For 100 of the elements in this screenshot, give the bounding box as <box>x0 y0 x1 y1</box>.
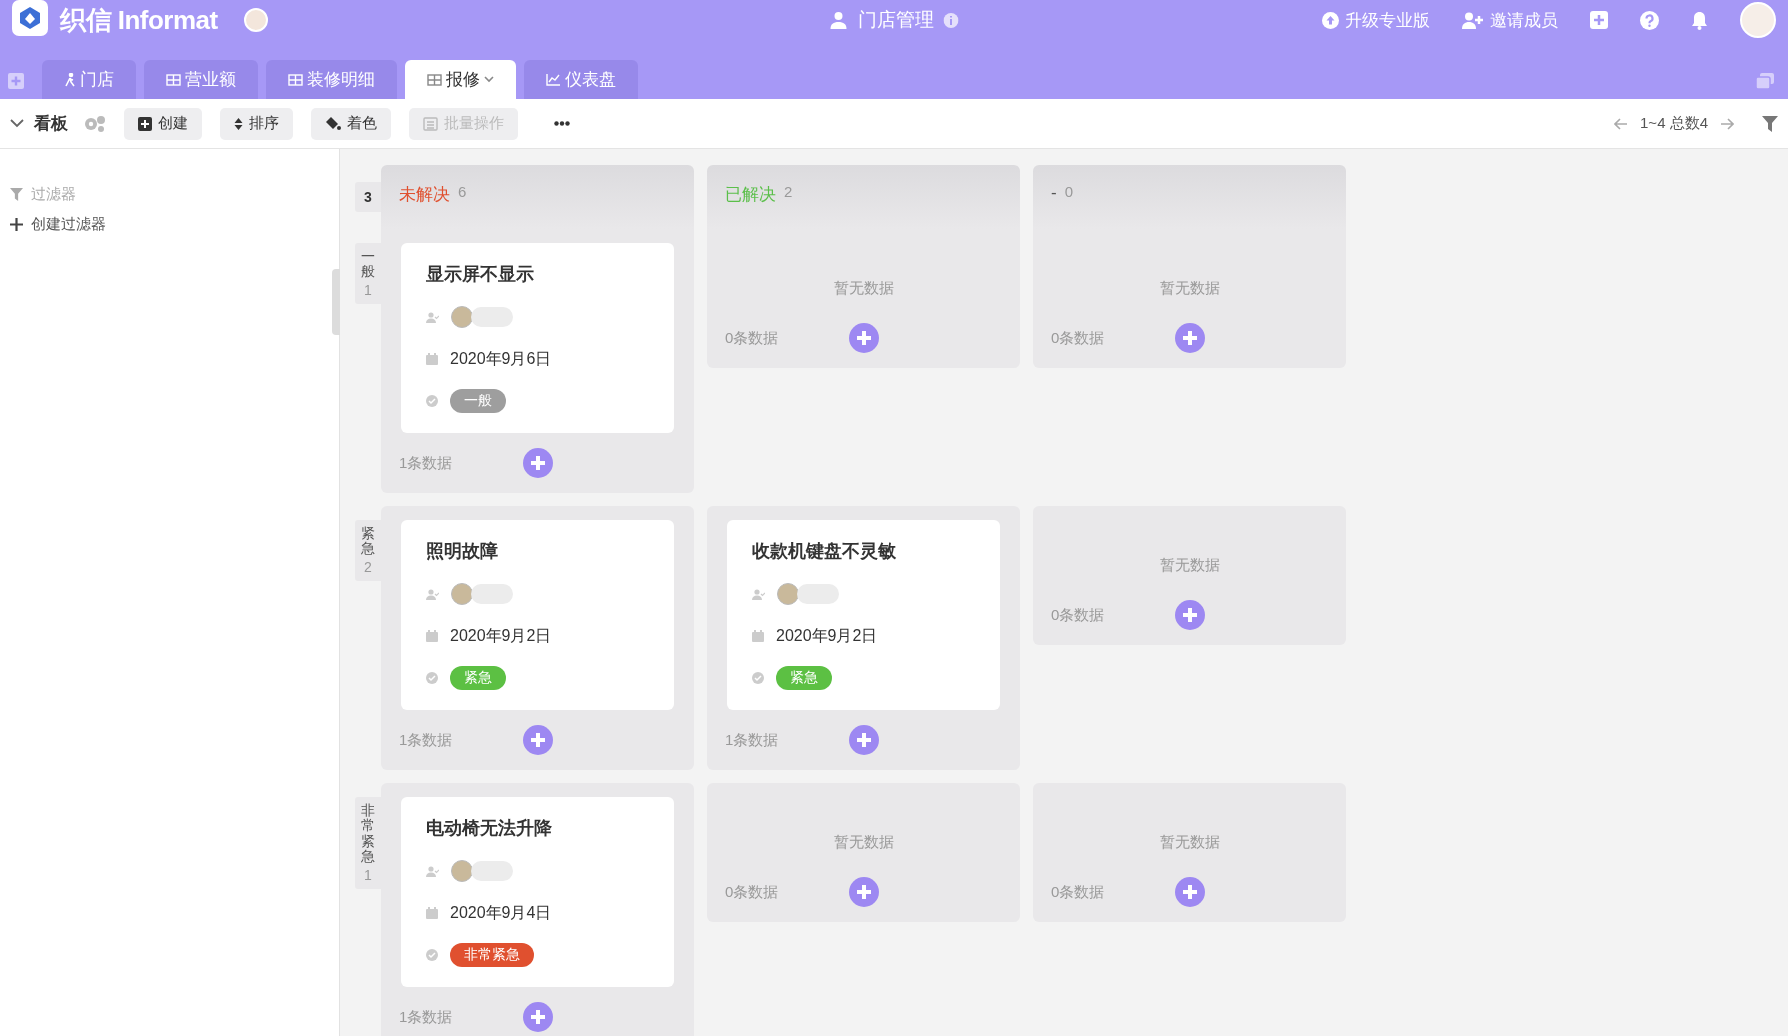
lane-count: 1 <box>364 281 372 298</box>
add-icon[interactable] <box>848 323 879 353</box>
avatar <box>451 306 473 328</box>
column-count: 2 <box>784 183 793 202</box>
lane-name: 紧急 <box>361 526 375 557</box>
priority-tag: 一般 <box>450 389 506 413</box>
empty-text: 暂无数据 <box>1158 278 1221 298</box>
filter-label: 过滤器 <box>31 184 76 204</box>
empty-text: 暂无数据 <box>832 278 895 298</box>
windows-icon[interactable] <box>1756 73 1774 89</box>
empty-text: 暂无数据 <box>1158 832 1221 852</box>
lane-count: 2 <box>364 558 372 575</box>
task-card[interactable]: 照明故障 2020年9月2日 紧急 <box>401 520 674 710</box>
calendar-icon <box>752 630 764 642</box>
table-icon <box>427 73 442 86</box>
card-date: 2020年9月2日 <box>776 625 878 646</box>
plus-square-icon[interactable] <box>1590 11 1608 29</box>
record-count: 0条数据 <box>725 328 780 348</box>
upload-icon <box>1322 11 1339 29</box>
card-date: 2020年9月2日 <box>450 625 552 646</box>
toolbar-button[interactable]: 着色 <box>311 107 391 140</box>
tab[interactable]: 报修 <box>405 60 516 99</box>
card-date: 2020年9月6日 <box>450 348 552 369</box>
add-icon[interactable] <box>522 1002 553 1032</box>
redacted-name <box>471 307 513 327</box>
lane-count: 1 <box>364 866 372 883</box>
card-title: 照明故障 <box>426 540 499 563</box>
redacted-name <box>471 861 513 881</box>
empty-text: 暂无数据 <box>832 832 895 852</box>
card-title: 显示屏不显示 <box>426 263 535 286</box>
create-filter-link[interactable]: 创建过滤器 <box>31 214 106 234</box>
add-icon[interactable] <box>522 725 553 755</box>
add-user-icon <box>1462 11 1484 29</box>
add-icon[interactable] <box>522 448 553 478</box>
bell-icon[interactable] <box>1691 10 1708 30</box>
chevron-down-icon[interactable] <box>10 119 24 128</box>
app-name: 织信 Informat <box>60 3 218 37</box>
lane-count: 3 <box>355 182 381 212</box>
record-count: 0条数据 <box>725 882 780 902</box>
column-title: - <box>1051 183 1057 204</box>
add-tab-icon[interactable] <box>8 73 24 89</box>
toolbar-button[interactable]: 排序 <box>220 107 293 140</box>
more-icon[interactable] <box>554 121 570 126</box>
assignee-icon <box>752 588 765 600</box>
list-icon <box>423 116 438 131</box>
calendar-icon <box>426 630 438 642</box>
user-icon <box>829 11 848 29</box>
add-icon[interactable] <box>848 877 879 907</box>
arrow-left-icon[interactable] <box>1614 117 1629 130</box>
column-count: 6 <box>458 183 467 202</box>
task-card[interactable]: 显示屏不显示 2020年9月6日 一般 <box>401 243 674 433</box>
user-avatar[interactable] <box>1740 2 1776 38</box>
assignee-icon <box>426 865 439 877</box>
redacted-name <box>797 584 839 604</box>
assignee-icon <box>426 588 439 600</box>
add-icon[interactable] <box>1174 323 1205 353</box>
line-chart-icon <box>546 73 561 86</box>
app-logo-icon[interactable] <box>12 0 48 36</box>
avatar[interactable] <box>243 8 268 32</box>
priority-tag: 紧急 <box>450 666 506 690</box>
add-icon[interactable] <box>848 725 879 755</box>
add-icon[interactable] <box>1174 877 1205 907</box>
sort-icon <box>234 116 243 131</box>
priority-tag: 紧急 <box>776 666 832 690</box>
calendar-icon <box>426 353 438 365</box>
task-card[interactable]: 收款机键盘不灵敏 2020年9月2日 紧急 <box>727 520 1000 710</box>
collapse-handle[interactable] <box>332 269 340 335</box>
filter-icon[interactable] <box>1762 115 1778 132</box>
add-icon[interactable] <box>1174 600 1205 630</box>
avatar <box>451 583 473 605</box>
calendar-icon <box>426 907 438 919</box>
help-icon[interactable] <box>1640 10 1659 30</box>
column-title: 已解决 <box>725 184 776 206</box>
lane-name: 一般 <box>361 249 375 280</box>
redacted-name <box>471 584 513 604</box>
page-title: 门店管理 <box>857 8 934 32</box>
plus-square-icon <box>138 116 152 131</box>
column-count: 0 <box>1064 183 1073 202</box>
card-title: 电动椅无法升降 <box>426 817 553 840</box>
arrow-right-icon[interactable] <box>1720 117 1734 130</box>
check-circle-icon <box>426 395 438 407</box>
task-card[interactable]: 电动椅无法升降 2020年9月4日 非常紧急 <box>401 797 674 987</box>
settings-icon[interactable] <box>84 115 106 132</box>
check-circle-icon <box>426 949 438 961</box>
info-icon[interactable] <box>943 12 959 28</box>
table-icon <box>166 73 181 86</box>
record-count: 0条数据 <box>1051 328 1106 348</box>
paint-bucket-icon <box>325 116 341 131</box>
view-name: 看板 <box>34 113 68 135</box>
column-title: 未解决 <box>399 184 450 206</box>
toolbar-button[interactable]: 创建 <box>124 107 202 140</box>
filter-icon <box>10 187 23 201</box>
record-count: 1条数据 <box>399 453 454 473</box>
priority-tag: 非常紧急 <box>450 943 534 967</box>
plus-icon[interactable] <box>10 217 23 231</box>
record-count: 1条数据 <box>399 730 454 750</box>
caret-icon <box>484 76 494 83</box>
record-count: 0条数据 <box>1051 605 1106 625</box>
assignee-icon <box>426 311 439 323</box>
lane-name: 非常紧急 <box>361 803 375 865</box>
